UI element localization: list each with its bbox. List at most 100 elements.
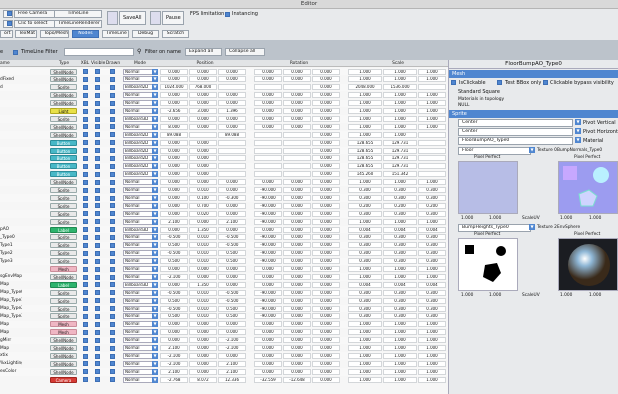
transform-field[interactable]: 1.000	[348, 108, 382, 115]
visible-checkbox[interactable]	[95, 211, 100, 217]
visible-checkbox[interactable]	[95, 124, 100, 130]
drawn-checkbox[interactable]	[110, 266, 115, 272]
visible-checkbox[interactable]	[95, 369, 100, 375]
chevron-down-icon[interactable]: ▼	[152, 115, 158, 122]
visible-checkbox[interactable]	[95, 116, 100, 122]
transform-field[interactable]: 1.000	[418, 337, 446, 344]
transform-field[interactable]: 0.000	[254, 115, 282, 122]
tab-scratch[interactable]: Scratch	[162, 30, 189, 38]
transform-field[interactable]: 0.000	[312, 352, 340, 359]
transform-field[interactable]: -0.500	[160, 289, 188, 296]
transform-field[interactable]: 0.000	[218, 266, 246, 273]
table-row[interactable]: Map ShellNode Normal ▼ 2.100 0.000 -2.100 0.000…	[0, 345, 448, 352]
transform-field[interactable]	[418, 131, 446, 138]
transform-field[interactable]: 1.000	[348, 115, 382, 122]
drawn-checkbox[interactable]	[110, 361, 115, 367]
xbl-checkbox[interactable]	[83, 171, 88, 177]
chevron-down-icon[interactable]: ▼	[152, 68, 158, 75]
xbl-checkbox[interactable]	[83, 116, 88, 122]
xbl-checkbox[interactable]	[83, 337, 88, 343]
transform-field[interactable]: 0.004	[418, 281, 446, 288]
transform-field[interactable]: 1.396	[218, 108, 246, 115]
table-row[interactable]: Sprite Billboard3D ▼ 0.000 0.000 0.000 0.000 0.…	[0, 115, 448, 123]
transform-field[interactable]: 0.300	[383, 242, 417, 249]
xbl-checkbox[interactable]	[83, 92, 88, 98]
transform-field[interactable]: 0.000	[312, 321, 340, 328]
transform-field[interactable]: 0.000	[218, 115, 246, 122]
transform-field[interactable]: 8.000	[160, 123, 188, 130]
transform-field[interactable]: 0.000	[312, 131, 340, 138]
transform-field[interactable]: 1.000	[348, 352, 382, 359]
transform-field[interactable]: 0.500	[218, 258, 246, 265]
transform-field[interactable]: 0.000	[283, 258, 311, 265]
transform-field[interactable]: 0.000	[189, 368, 217, 375]
transform-field[interactable]: 1.000	[383, 218, 417, 225]
transform-field[interactable]: 1.000	[418, 218, 446, 225]
table-row[interactable]: d Sprite Billboard2D ▼ 1024.000 768.000 0.000 2…	[0, 83, 448, 92]
transform-field[interactable]: 0.000	[189, 163, 217, 170]
chevron-down-icon[interactable]: ▼	[152, 218, 158, 225]
xbl-checkbox[interactable]	[83, 266, 88, 272]
transform-field[interactable]: 0.000	[254, 123, 282, 130]
chevron-down-icon[interactable]: ▼	[152, 234, 158, 241]
transform-field[interactable]: 0.000	[312, 194, 340, 201]
transform-field[interactable]: -0.500	[160, 250, 188, 257]
transform-field[interactable]: -2.100	[218, 345, 246, 352]
transform-field[interactable]: 0.000	[160, 281, 188, 288]
xbl-checkbox[interactable]	[83, 258, 88, 264]
chevron-down-icon[interactable]: ▼	[529, 224, 535, 230]
transform-field[interactable]: 1.000	[348, 218, 382, 225]
transform-field[interactable]: 0.000	[283, 360, 311, 367]
visible-checkbox[interactable]	[95, 235, 100, 241]
transform-field[interactable]: 0.000	[189, 171, 217, 178]
drawn-checkbox[interactable]	[110, 235, 115, 241]
transform-field[interactable]: 0.000	[312, 218, 340, 225]
transform-field[interactable]: 0.000	[218, 76, 246, 83]
transform-field[interactable]: 0.000	[218, 123, 246, 130]
transform-field[interactable]: 128.655	[348, 147, 382, 154]
transform-field[interactable]: 0.000	[283, 250, 311, 257]
visible-checkbox[interactable]	[95, 187, 100, 193]
transform-field[interactable]	[283, 163, 311, 170]
transform-field[interactable]: 1.000	[418, 100, 446, 107]
transform-field[interactable]: 1.000	[383, 131, 417, 138]
transform-field[interactable]: 0.300	[348, 289, 382, 296]
transform-field[interactable]: -90.000	[254, 210, 282, 217]
transform-field[interactable]: 1.000	[418, 273, 446, 280]
transform-field[interactable]: 0.000	[254, 92, 282, 99]
transform-field[interactable]: 0.010	[189, 187, 217, 194]
transform-field[interactable]: 0.000	[283, 108, 311, 115]
table-row[interactable]: Sprite Normal ▼ 0.000 0.100 -0.300 -90.000 0.00…	[0, 194, 448, 202]
transform-field[interactable]: 0.020	[189, 210, 217, 217]
visible-checkbox[interactable]	[95, 242, 100, 248]
transform-field[interactable]: -90.000	[254, 313, 282, 320]
transform-field[interactable]: 0.000	[312, 305, 340, 312]
transform-field[interactable]: 0.000	[218, 273, 246, 280]
transform-field[interactable]: 0.000	[312, 250, 340, 257]
transform-field[interactable]: 0.000	[312, 210, 340, 217]
transform-field[interactable]: 0.300	[348, 313, 382, 320]
transform-field[interactable]: 1.000	[383, 92, 417, 99]
transform-field[interactable]: 0.300	[383, 289, 417, 296]
xbl-checkbox[interactable]	[83, 306, 88, 312]
transform-field[interactable]: 0.000	[283, 313, 311, 320]
transform-field[interactable]: -12.648	[283, 376, 311, 383]
transform-field[interactable]: 0.000	[283, 281, 311, 288]
transform-field[interactable]: 0.000	[189, 100, 217, 107]
xbl-checkbox[interactable]	[83, 242, 88, 248]
table-row[interactable]: Button Billboard2D ▼ 0.000 0.000 0.000 128.655…	[0, 139, 448, 146]
transform-field[interactable]: 0.000	[160, 337, 188, 344]
transform-field[interactable]: -90.000	[254, 242, 282, 249]
chevron-down-icon[interactable]: ▼	[152, 321, 158, 328]
transform-field[interactable]: -2.100	[218, 337, 246, 344]
transform-field[interactable]: 0.000	[312, 163, 340, 170]
transform-field[interactable]: 129.731	[383, 163, 417, 170]
chevron-down-icon[interactable]: ▼	[152, 100, 158, 107]
transform-field[interactable]: 0.000	[283, 321, 311, 328]
instancing-checkbox[interactable]	[225, 12, 230, 17]
transform-field[interactable]: 0.000	[254, 337, 282, 344]
transform-field[interactable]: 2048.000	[348, 84, 382, 91]
transform-field[interactable]: 0.000	[312, 376, 340, 383]
transform-field[interactable]: 89.088	[218, 131, 246, 138]
pause-icon[interactable]	[150, 11, 161, 25]
